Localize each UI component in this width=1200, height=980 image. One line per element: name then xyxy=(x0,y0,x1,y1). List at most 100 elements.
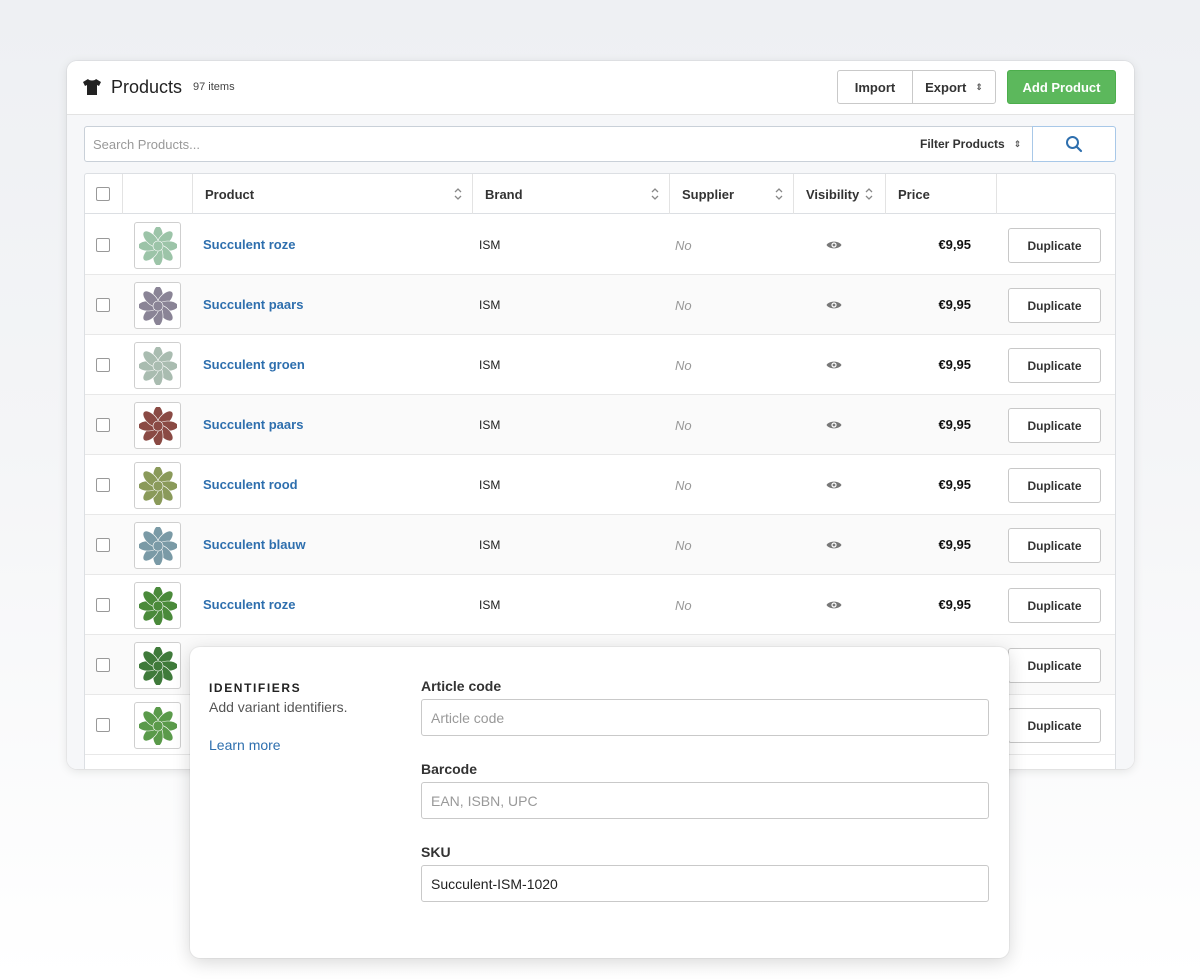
sort-icon xyxy=(651,188,659,200)
product-name-link[interactable]: Succulent roze xyxy=(203,237,295,252)
plant-image xyxy=(138,526,177,565)
product-name-link[interactable]: Succulent groen xyxy=(203,357,305,372)
table-row[interactable]: Succulent groen ISM No €9,95 Duplicate xyxy=(85,335,1115,395)
product-thumbnail[interactable] xyxy=(134,462,181,509)
price-cell: €9,95 xyxy=(938,417,971,432)
select-caret-icon: ⇕ xyxy=(1013,138,1022,149)
export-button-label: Export xyxy=(925,79,967,95)
supplier-cell: No xyxy=(675,538,692,553)
duplicate-button[interactable]: Duplicate xyxy=(1008,228,1101,263)
visibility-eye-icon[interactable] xyxy=(826,240,842,250)
identifiers-panel: IDENTIFIERS Add variant identifiers. Lea… xyxy=(190,647,1009,958)
visibility-eye-icon[interactable] xyxy=(826,540,842,550)
duplicate-button[interactable]: Duplicate xyxy=(1008,288,1101,323)
column-label-supplier: Supplier xyxy=(682,186,735,202)
product-thumbnail[interactable] xyxy=(134,282,181,329)
product-thumbnail[interactable] xyxy=(134,582,181,629)
product-thumbnail[interactable] xyxy=(134,402,181,449)
row-checkbox[interactable] xyxy=(96,718,110,732)
brand-cell: ISM xyxy=(479,298,501,312)
row-checkbox[interactable] xyxy=(96,538,110,552)
search-placeholder: Search Products... xyxy=(93,136,200,152)
export-button[interactable]: Export ⇕ xyxy=(912,70,996,104)
image-column-header xyxy=(123,174,193,214)
table-row[interactable]: Succulent roze ISM No €9,95 Duplicate xyxy=(85,575,1115,635)
plant-image xyxy=(138,646,177,685)
identifiers-heading: IDENTIFIERS xyxy=(209,681,302,695)
visibility-eye-icon[interactable] xyxy=(826,480,842,490)
visibility-eye-icon[interactable] xyxy=(826,300,842,310)
row-checkbox[interactable] xyxy=(96,298,110,312)
table-row[interactable]: Succulent blauw ISM No €9,95 Duplicate xyxy=(85,515,1115,575)
duplicate-button[interactable]: Duplicate xyxy=(1008,588,1101,623)
sort-icon xyxy=(775,188,783,200)
visibility-eye-icon[interactable] xyxy=(826,360,842,370)
supplier-cell: No xyxy=(675,298,692,313)
product-name-link[interactable]: Succulent blauw xyxy=(203,537,306,552)
column-header-product[interactable]: Product xyxy=(193,174,473,214)
article-code-input[interactable] xyxy=(421,699,989,736)
column-header-brand[interactable]: Brand xyxy=(473,174,670,214)
product-thumbnail[interactable] xyxy=(134,222,181,269)
table-row[interactable]: Succulent roze ISM No €9,95 Duplicate xyxy=(85,215,1115,275)
duplicate-button[interactable]: Duplicate xyxy=(1008,348,1101,383)
search-input[interactable]: Search Products... xyxy=(84,126,1033,162)
barcode-label: Barcode xyxy=(421,761,478,777)
column-header-visibility[interactable]: Visibility xyxy=(794,174,886,214)
table-row[interactable]: Succulent paars ISM No €9,95 Duplicate xyxy=(85,275,1115,335)
identifiers-subtitle: Add variant identifiers. xyxy=(209,699,348,715)
add-product-button[interactable]: Add Product xyxy=(1007,70,1116,104)
duplicate-button[interactable]: Duplicate xyxy=(1008,708,1101,743)
row-checkbox[interactable] xyxy=(96,238,110,252)
table-row[interactable]: Succulent rood ISM No €9,95 Duplicate xyxy=(85,455,1115,515)
product-thumbnail[interactable] xyxy=(134,642,181,689)
add-product-label: Add Product xyxy=(1022,79,1101,95)
filter-label: Filter Products xyxy=(920,137,1005,151)
duplicate-button[interactable]: Duplicate xyxy=(1008,408,1101,443)
row-checkbox[interactable] xyxy=(96,598,110,612)
sort-icon xyxy=(454,188,462,200)
search-button[interactable] xyxy=(1032,126,1116,162)
page-title: Products xyxy=(111,77,183,97)
tshirt-icon xyxy=(83,79,101,95)
visibility-eye-icon[interactable] xyxy=(826,600,842,610)
learn-more-link[interactable]: Learn more xyxy=(209,737,281,753)
duplicate-button[interactable]: Duplicate xyxy=(1008,528,1101,563)
product-name-link[interactable]: Succulent roze xyxy=(203,597,295,612)
price-cell: €9,95 xyxy=(938,477,971,492)
visibility-eye-icon[interactable] xyxy=(826,420,842,430)
brand-cell: ISM xyxy=(479,238,501,252)
column-header-supplier[interactable]: Supplier xyxy=(670,174,794,214)
row-checkbox[interactable] xyxy=(96,418,110,432)
barcode-input[interactable] xyxy=(421,782,989,819)
filter-products-select[interactable]: Filter Products ⇕ xyxy=(905,126,1033,162)
price-cell: €9,95 xyxy=(938,597,971,612)
supplier-cell: No xyxy=(675,238,692,253)
sku-input[interactable] xyxy=(421,865,989,902)
row-checkbox[interactable] xyxy=(96,358,110,372)
product-name-link[interactable]: Succulent paars xyxy=(203,297,303,312)
plant-image xyxy=(138,286,177,325)
column-header-price[interactable]: Price xyxy=(886,174,997,214)
duplicate-button[interactable]: Duplicate xyxy=(1008,648,1101,683)
products-header: Products 97 items Import Export ⇕ Add Pr… xyxy=(67,61,1134,115)
brand-cell: ISM xyxy=(479,538,501,552)
search-icon xyxy=(1066,136,1083,153)
product-thumbnail[interactable] xyxy=(134,522,181,569)
sort-icon xyxy=(865,188,873,200)
product-name-link[interactable]: Succulent rood xyxy=(203,477,298,492)
product-thumbnail[interactable] xyxy=(134,702,181,749)
product-thumbnail[interactable] xyxy=(134,342,181,389)
row-checkbox[interactable] xyxy=(96,658,110,672)
price-cell: €9,95 xyxy=(938,237,971,252)
import-button[interactable]: Import xyxy=(837,70,913,104)
product-name-link[interactable]: Succulent paars xyxy=(203,417,303,432)
table-row[interactable]: Succulent paars ISM No €9,95 Duplicate xyxy=(85,395,1115,455)
select-all-checkbox[interactable] xyxy=(96,187,110,201)
brand-cell: ISM xyxy=(479,418,501,432)
table-header: Product Brand Supplier Visibility Price xyxy=(85,174,1115,214)
row-checkbox[interactable] xyxy=(96,478,110,492)
supplier-cell: No xyxy=(675,478,692,493)
duplicate-button[interactable]: Duplicate xyxy=(1008,468,1101,503)
item-count: 97 items xyxy=(193,81,235,93)
